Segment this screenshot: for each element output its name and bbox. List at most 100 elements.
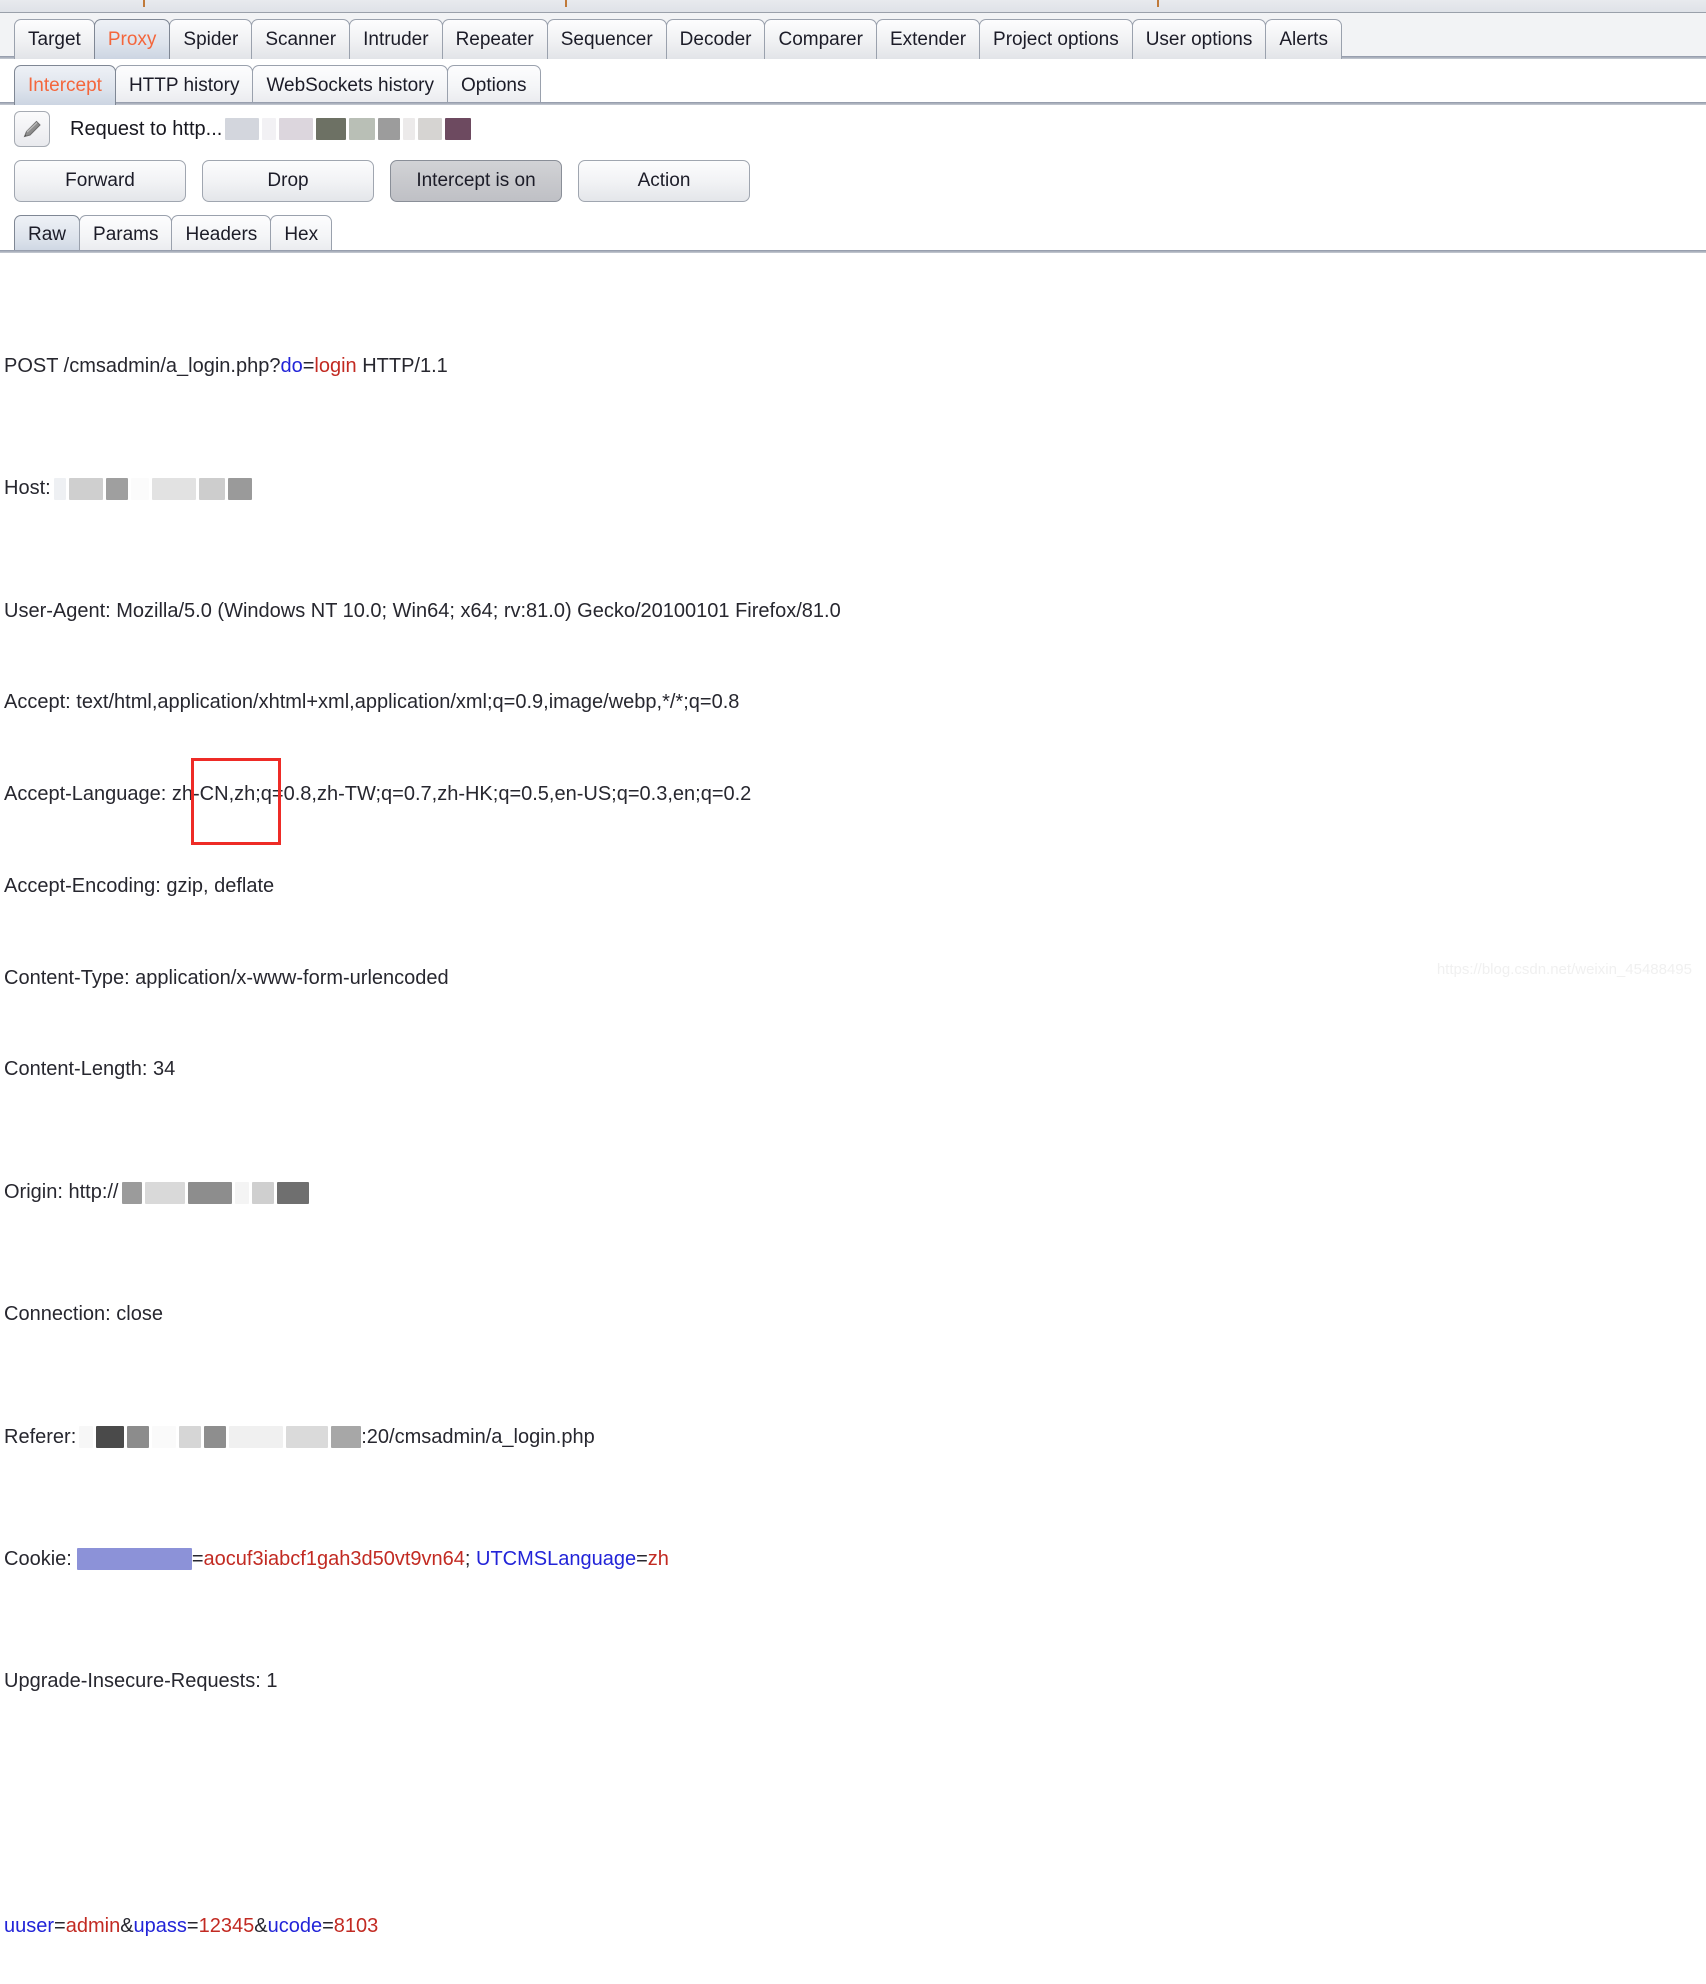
request-target-text: Request to http... (70, 117, 223, 140)
tab-comparer[interactable]: Comparer (764, 19, 877, 59)
query-param-value: login (314, 354, 357, 377)
redaction-block (121, 1181, 142, 1204)
tab-options[interactable]: Options (447, 65, 541, 105)
redaction-block (179, 1426, 202, 1449)
redaction-block (262, 118, 277, 140)
tab-project-options[interactable]: Project options (979, 19, 1133, 59)
redaction-block (234, 1181, 249, 1204)
request-line: POST /cmsadmin/a_login.php?do=login HTTP… (4, 351, 1706, 382)
origin-label: Origin: http:// (4, 1180, 119, 1203)
redaction-block (96, 1426, 125, 1449)
body-param-name-uuser: uuser (4, 1915, 55, 1938)
tab-intruder[interactable]: Intruder (349, 19, 443, 59)
redaction-block (276, 1181, 309, 1204)
body-eq: = (186, 1915, 199, 1938)
body-param-value-ucode: 8103 (333, 1915, 379, 1938)
tab-repeater[interactable]: Repeater (441, 19, 548, 59)
redaction-block (279, 118, 314, 140)
cookie-value-utcmslanguage: zh (647, 1547, 669, 1570)
header-referer: Referer: :20/cmsadmin/a_login.php (4, 1422, 1706, 1453)
body-param-value-uuser: admin (65, 1915, 121, 1938)
tab-decoder[interactable]: Decoder (665, 19, 766, 59)
query-param-name: do (280, 354, 303, 377)
request-target-label: Request to http... (70, 117, 472, 141)
redaction-block (187, 1181, 232, 1204)
redaction-block (204, 1426, 227, 1449)
redaction-block (144, 1181, 185, 1204)
body-amp: & (120, 1915, 134, 1938)
body-amp: & (254, 1915, 268, 1938)
menu-strip (0, 0, 1706, 13)
request-raw-editor[interactable]: POST /cmsadmin/a_login.php?do=login HTTP… (0, 253, 1706, 1984)
action-button[interactable]: Action (578, 160, 750, 202)
tab-user-options[interactable]: User options (1131, 19, 1267, 59)
redaction-block (316, 118, 347, 140)
tab-intercept[interactable]: Intercept (14, 65, 116, 105)
tab-scanner[interactable]: Scanner (251, 19, 351, 59)
redaction-block (79, 1426, 94, 1449)
tab-target[interactable]: Target (14, 19, 95, 59)
redaction-block (152, 1426, 177, 1449)
redaction-block (127, 1426, 150, 1449)
referer-label: Referer: (4, 1425, 77, 1448)
proxy-tab-bar: Intercept HTTP history WebSockets histor… (0, 59, 1706, 105)
redaction-block (331, 1426, 362, 1449)
tab-spider[interactable]: Spider (169, 19, 253, 59)
body-param-name-upass: upass (133, 1915, 187, 1938)
tab-http-history[interactable]: HTTP history (114, 65, 254, 105)
tab-extender[interactable]: Extender (875, 19, 981, 59)
header-content-length: Content-Length: 34 (4, 1058, 176, 1081)
tab-alerts[interactable]: Alerts (1265, 19, 1342, 59)
menu-marker (565, 0, 567, 7)
header-accept-encoding: Accept-Encoding: gzip, deflate (4, 874, 275, 897)
menu-marker (143, 0, 145, 7)
redaction-block (53, 477, 66, 500)
redaction-block (229, 1426, 284, 1449)
tab-headers[interactable]: Headers (171, 215, 272, 253)
forward-button[interactable]: Forward (14, 160, 186, 202)
redaction-block (378, 118, 401, 140)
request-header-bar: Request to http... (0, 105, 1706, 153)
cookie-name-utcmslanguage: UTCMSLanguage (476, 1547, 637, 1570)
redaction-block (225, 118, 260, 140)
body-param-value-upass: 12345 (198, 1915, 255, 1938)
host-label: Host: (4, 477, 51, 500)
cookie-separator: ; (464, 1547, 476, 1570)
redaction-block (251, 1181, 274, 1204)
tab-raw[interactable]: Raw (14, 215, 81, 253)
body-param-name-ucode: ucode (267, 1915, 323, 1938)
intercept-toggle-button[interactable]: Intercept is on (390, 160, 562, 202)
message-tab-bar: Raw Params Headers Hex (0, 209, 1706, 253)
header-accept: Accept: text/html,application/xhtml+xml,… (4, 691, 740, 714)
request-method-path: POST /cmsadmin/a_login.php? (4, 354, 281, 377)
tab-params[interactable]: Params (79, 215, 173, 253)
header-cookie: Cookie: PHPSESSID=aocuf3iabcf1gah3d50vt9… (4, 1547, 669, 1570)
query-equals: = (302, 354, 315, 377)
tab-proxy[interactable]: Proxy (93, 19, 171, 59)
edit-request-button[interactable] (14, 111, 50, 147)
http-version: HTTP/1.1 (356, 354, 448, 377)
header-connection: Connection: close (4, 1303, 163, 1326)
request-body-params: uuser=admin&upass=12345&ucode=8103 (4, 1911, 1706, 1942)
watermark: https://blog.csdn.net/weixin_45488495 (1436, 961, 1692, 978)
tab-hex[interactable]: Hex (270, 215, 333, 253)
header-origin: Origin: http:// (4, 1177, 1706, 1208)
redaction-block (418, 118, 443, 140)
redaction-block (227, 477, 252, 500)
body-eq: = (54, 1915, 66, 1938)
referer-tail: :20/cmsadmin/a_login.php (361, 1425, 595, 1448)
cookie-name-phpsessid: PHPSESSID (77, 1547, 192, 1570)
cookie-value-phpsessid: aocuf3iabcf1gah3d50vt9vn64 (203, 1547, 465, 1570)
redaction-block (105, 477, 128, 500)
redaction-block (445, 118, 472, 140)
tab-websockets-history[interactable]: WebSockets history (252, 65, 449, 105)
header-user-agent: User-Agent: Mozilla/5.0 (Windows NT 10.0… (4, 599, 841, 622)
tab-sequencer[interactable]: Sequencer (546, 19, 667, 59)
header-host: Host: (4, 473, 1706, 504)
redaction-block (198, 477, 225, 500)
redaction-block (349, 118, 376, 140)
header-accept-language: Accept-Language: zh-CN,zh;q=0.8,zh-TW;q=… (4, 783, 752, 806)
redaction-block (151, 477, 196, 500)
drop-button[interactable]: Drop (202, 160, 374, 202)
